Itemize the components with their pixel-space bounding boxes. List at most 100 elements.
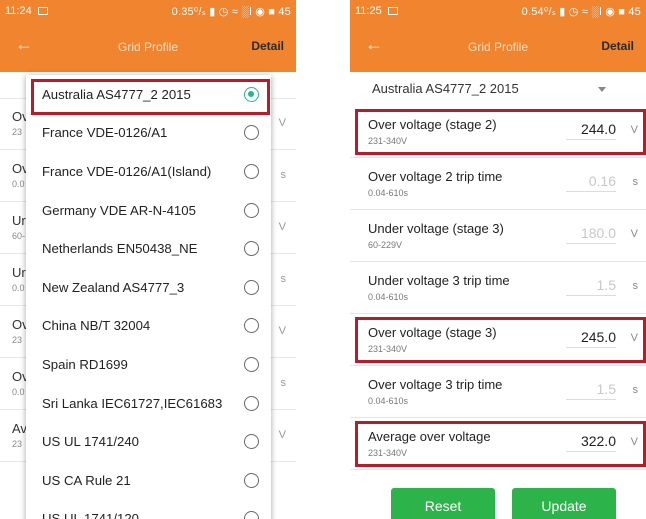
option-label: Netherlands EN50438_NE [42, 241, 198, 257]
parameter-unit: V [630, 436, 638, 448]
parameter-range: 60-229V [368, 240, 403, 250]
parameter-value-input[interactable]: 322.0 [566, 433, 616, 452]
radio-checked-icon[interactable] [244, 86, 259, 102]
parameter-label: Ur [12, 265, 26, 280]
radio-unchecked-icon[interactable] [244, 395, 259, 411]
app-bar: ← Grid Profile Detail [0, 22, 296, 72]
parameter-unit: V [278, 429, 286, 441]
option-label: New Zealand AS4777_3 [42, 279, 185, 295]
parameter-range: 0.04-610s [368, 188, 409, 198]
dropdown-option[interactable]: Netherlands EN50438_NE [26, 229, 271, 268]
parameter-row: Under voltage (stage 3) 60-229V 180.0 V [350, 210, 646, 262]
parameter-label: Av [12, 421, 27, 436]
radio-unchecked-icon[interactable] [244, 202, 259, 218]
parameter-range: 0.0 [12, 387, 25, 397]
parameter-row: Average over voltage 231-340V 322.0 V [350, 418, 646, 470]
option-label: Australia AS4777_2 2015 [42, 86, 191, 102]
parameter-value-input: 1.5 [566, 277, 616, 296]
parameter-range: 23 [12, 439, 23, 449]
parameter-label: Over voltage 3 trip time [368, 377, 503, 392]
parameter-label: Over voltage (stage 2) [368, 117, 497, 132]
parameter-range: 60- [12, 231, 26, 241]
parameter-unit: s [632, 176, 639, 188]
dropdown-option[interactable]: US UL 1741/120 [26, 500, 271, 519]
parameter-value-input: 0.16 [566, 173, 616, 192]
option-label: Germany VDE AR-N-4105 [42, 202, 196, 218]
status-time: 11:25 [355, 5, 382, 17]
option-label: US CA Rule 21 [42, 472, 131, 488]
parameter-row: Under voltage 3 trip time 0.04-610s 1.5 s [350, 262, 646, 314]
radio-unchecked-icon[interactable] [244, 318, 259, 334]
detail-button[interactable]: Detail [251, 39, 284, 53]
parameter-value-input[interactable]: 244.0 [566, 121, 616, 140]
update-button[interactable]: Update [512, 488, 616, 519]
parameter-label: Under voltage 3 trip time [368, 273, 510, 288]
parameter-label: Ur [12, 213, 26, 228]
parameter-value-input: 1.5 [566, 381, 616, 400]
option-label: Sri Lanka IEC61727,IEC61683 [42, 395, 223, 411]
parameter-range: 0.0 [12, 283, 25, 293]
dropdown-option[interactable]: China NB/T 32004 [26, 307, 271, 346]
app-bar: ← Grid Profile Detail [350, 22, 646, 72]
radio-unchecked-icon[interactable] [244, 163, 259, 179]
dropdown-option[interactable]: France VDE-0126/A1(Island) [26, 152, 271, 191]
grid-profile-dropdown[interactable]: Australia AS4777_2 2015 France VDE-0126/A… [26, 75, 271, 519]
status-bar: 11:25 0.54⁰/ₛ ▮ ◷ ≈ ░l ◉ ■ 45 [350, 0, 646, 22]
parameter-unit: s [632, 280, 639, 292]
dropdown-option[interactable]: France VDE-0126/A1 [26, 114, 271, 153]
dropdown-option[interactable]: Germany VDE AR-N-4105 [26, 191, 271, 230]
parameter-row: Over voltage (stage 3) 231-340V 245.0 V [350, 314, 646, 366]
dropdown-option[interactable]: US UL 1741/240 [26, 422, 271, 461]
radio-unchecked-icon[interactable] [244, 511, 259, 519]
option-label: US UL 1741/240 [42, 434, 140, 450]
option-label: France VDE-0126/A1(Island) [42, 163, 212, 179]
detail-button[interactable]: Detail [601, 39, 634, 53]
status-icons: 0.35⁰/ₛ ▮ ◷ ≈ ░l ◉ ■ 45 [171, 5, 291, 18]
parameter-row: Over voltage 3 trip time 0.04-610s 1.5 s [350, 366, 646, 418]
right-screen: 11:25 0.54⁰/ₛ ▮ ◷ ≈ ░l ◉ ■ 45 ← Grid Pro… [350, 0, 646, 519]
parameter-range: 231-340V [368, 344, 408, 354]
option-label: China NB/T 32004 [42, 318, 151, 334]
radio-unchecked-icon[interactable] [244, 434, 259, 450]
radio-unchecked-icon[interactable] [244, 356, 259, 372]
parameter-label: Under voltage (stage 3) [368, 221, 504, 236]
dropdown-option[interactable]: Spain RD1699 [26, 345, 271, 384]
chevron-down-icon [598, 87, 606, 92]
parameter-range: 231-340V [368, 448, 408, 458]
status-icons: 0.54⁰/ₛ ▮ ◷ ≈ ░l ◉ ■ 45 [521, 5, 641, 18]
parameter-label: Average over voltage [368, 429, 491, 444]
dropdown-option[interactable]: Australia AS4777_2 2015 [26, 75, 271, 114]
dropdown-option[interactable]: Sri Lanka IEC61727,IEC61683 [26, 384, 271, 423]
image-notification-icon [37, 7, 48, 15]
status-time: 11:24 [5, 5, 32, 17]
option-label: Spain RD1699 [42, 356, 128, 372]
parameter-label: Over voltage 2 trip time [368, 169, 503, 184]
parameter-range: 23 [12, 127, 23, 137]
option-label: France VDE-0126/A1 [42, 125, 168, 141]
parameter-value-input[interactable]: 245.0 [566, 329, 616, 348]
radio-unchecked-icon[interactable] [244, 279, 259, 295]
option-label: US UL 1741/120 [42, 511, 140, 519]
parameter-unit: s [280, 377, 287, 389]
grid-profile-select[interactable]: Australia AS4777_2 2015 [350, 72, 646, 106]
radio-unchecked-icon[interactable] [244, 241, 259, 257]
parameter-range: 0.0 [12, 179, 25, 189]
dropdown-option[interactable]: New Zealand AS4777_3 [26, 268, 271, 307]
parameter-range: 0.04-610s [368, 396, 409, 406]
parameter-unit: s [280, 169, 287, 181]
radio-unchecked-icon[interactable] [244, 472, 259, 488]
parameter-range: 231-340V [368, 136, 408, 146]
radio-unchecked-icon[interactable] [244, 125, 259, 141]
reset-button[interactable]: Reset [391, 488, 495, 519]
grid-profile-value: Australia AS4777_2 2015 [372, 81, 519, 96]
parameter-label: Over voltage (stage 3) [368, 325, 497, 340]
status-bar: 11:24 0.35⁰/ₛ ▮ ◷ ≈ ░l ◉ ■ 45 [0, 0, 296, 22]
parameter-row: Over voltage 2 trip time 0.04-610s 0.16 s [350, 158, 646, 210]
left-screen: 11:24 0.35⁰/ₛ ▮ ◷ ≈ ░l ◉ ■ 45 ← Grid Pro… [0, 0, 296, 519]
parameter-unit: V [278, 221, 286, 233]
dropdown-option[interactable]: US CA Rule 21 [26, 461, 271, 500]
parameter-unit: s [280, 273, 287, 285]
parameter-unit: V [278, 325, 286, 337]
parameter-unit: V [630, 228, 638, 240]
parameter-value-input: 180.0 [566, 225, 616, 244]
